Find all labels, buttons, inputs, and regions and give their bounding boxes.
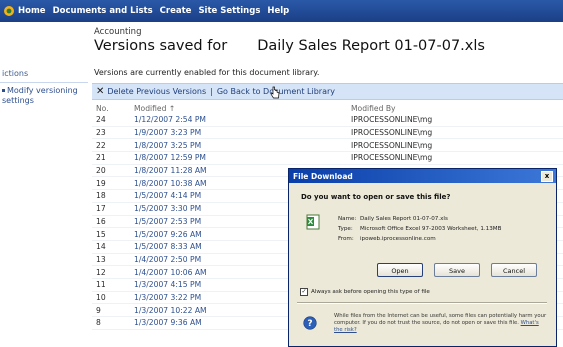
page-title-prefix: Versions saved for [94, 38, 228, 54]
version-number: 12 [92, 265, 130, 279]
nav-create[interactable]: Create [160, 6, 192, 16]
version-modified-by: IPROCESSONLINE\mg [347, 138, 563, 153]
file-type-row: Type: Microsoft Office Excel 97-2003 Work… [338, 224, 501, 234]
type-label: Type: [338, 226, 353, 232]
versions-toolbar: ✕ Delete Previous Versions | Go Back to … [92, 83, 563, 100]
version-modified-link[interactable]: 1/8/2007 3:25 PM [130, 138, 347, 153]
versioning-info-text: Versions are currently enabled for this … [94, 68, 320, 77]
version-modified-link[interactable]: 1/12/2007 2:54 PM [130, 114, 347, 127]
column-header-modified-by[interactable]: Modified By [347, 102, 563, 114]
version-number: 11 [92, 278, 130, 292]
save-button[interactable]: Save [434, 263, 480, 277]
column-header-modified[interactable]: Modified ↑ [130, 102, 347, 114]
dialog-question: Do you want to open or save this file? [301, 193, 451, 201]
bullet-icon [2, 89, 5, 92]
hand-cursor-icon [270, 86, 280, 99]
left-action-rail: ictions Modify versioning settings [0, 64, 88, 347]
excel-file-icon [306, 214, 320, 230]
version-number: 18 [92, 189, 130, 203]
cancel-button[interactable]: Cancel [491, 263, 537, 277]
nav-home[interactable]: Home [18, 6, 46, 16]
modify-versioning-settings-link[interactable]: Modify versioning settings [2, 86, 84, 106]
delete-previous-versions-link[interactable]: Delete Previous Versions [107, 87, 206, 96]
nav-help[interactable]: Help [267, 6, 289, 16]
shield-question-icon: ? [303, 316, 317, 330]
svg-text:?: ? [307, 319, 312, 329]
version-number: 19 [92, 176, 130, 191]
version-number: 17 [92, 202, 130, 216]
version-modified-by: IPROCESSONLINE\mg [347, 126, 563, 140]
security-warning-text: While files from the Internet can be use… [334, 313, 547, 326]
version-number: 10 [92, 291, 130, 305]
table-row: 21 1/8/2007 12:59 PM IPROCESSONLINE\mg [92, 151, 563, 165]
from-label: From: [338, 236, 354, 242]
always-ask-label: Always ask before opening this type of f… [311, 289, 430, 295]
version-modified-by: IPROCESSONLINE\mg [347, 151, 563, 165]
version-number: 9 [92, 303, 130, 317]
version-number: 20 [92, 164, 130, 178]
table-row: 22 1/8/2007 3:25 PM IPROCESSONLINE\mg [92, 138, 563, 153]
document-name: Daily Sales Report 01-07-07.xls [257, 38, 485, 54]
version-number: 21 [92, 151, 130, 165]
column-header-no[interactable]: No. [92, 102, 130, 114]
open-button[interactable]: Open [377, 263, 423, 277]
version-number: 16 [92, 215, 130, 229]
toolbar-separator: | [210, 87, 213, 96]
dialog-divider [297, 302, 547, 304]
always-ask-checkbox-row[interactable]: ✓ Always ask before opening this type of… [300, 288, 430, 296]
dialog-title-bar[interactable]: File Download x [289, 169, 556, 183]
version-modified-by: IPROCESSONLINE\mg [347, 114, 563, 127]
version-number: 14 [92, 240, 130, 254]
version-number: 24 [92, 114, 130, 127]
name-label: Name: [338, 216, 357, 222]
version-number: 13 [92, 253, 130, 267]
file-from-row: From: ipoweb.iprocessonline.com [338, 234, 501, 244]
table-row: 24 1/12/2007 2:54 PM IPROCESSONLINE\mg [92, 114, 563, 127]
nav-documents-and-lists[interactable]: Documents and Lists [53, 6, 153, 16]
file-download-dialog: File Download x Do you want to open or s… [288, 168, 557, 347]
version-number: 23 [92, 126, 130, 140]
dialog-title: File Download [293, 171, 353, 181]
breadcrumb[interactable]: Accounting [94, 27, 141, 37]
version-number: 22 [92, 138, 130, 153]
file-from-value: ipoweb.iprocessonline.com [360, 236, 436, 242]
version-number: 15 [92, 227, 130, 241]
version-modified-link[interactable]: 1/9/2007 3:23 PM [130, 126, 347, 140]
nav-site-settings[interactable]: Site Settings [198, 6, 260, 16]
always-ask-checkbox[interactable]: ✓ [300, 288, 308, 296]
version-number: 8 [92, 316, 130, 330]
top-navigation-bar: Home Documents and Lists Create Site Set… [0, 0, 563, 22]
file-type-value: Microsoft Office Excel 97-2003 Worksheet… [360, 226, 502, 232]
modify-versioning-settings-label: Modify versioning settings [2, 86, 78, 105]
file-details: Name: Daily Sales Report 01-07-07.xls Typ… [338, 214, 501, 244]
actions-heading: ictions [0, 66, 88, 83]
security-warning: While files from the Internet can be use… [334, 313, 549, 334]
version-modified-link[interactable]: 1/8/2007 12:59 PM [130, 151, 347, 165]
delete-x-icon: ✕ [96, 86, 105, 97]
table-row: 23 1/9/2007 3:23 PM IPROCESSONLINE\mg [92, 126, 563, 140]
page-title: Versions saved for Daily Sales Report 01-… [94, 38, 485, 54]
dialog-close-button[interactable]: x [541, 171, 553, 182]
sharepoint-logo-icon [4, 6, 14, 16]
file-name-value: Daily Sales Report 01-07-07.xls [360, 216, 448, 222]
table-header-row: No. Modified ↑ Modified By [92, 102, 563, 114]
file-name-row: Name: Daily Sales Report 01-07-07.xls [338, 214, 501, 224]
